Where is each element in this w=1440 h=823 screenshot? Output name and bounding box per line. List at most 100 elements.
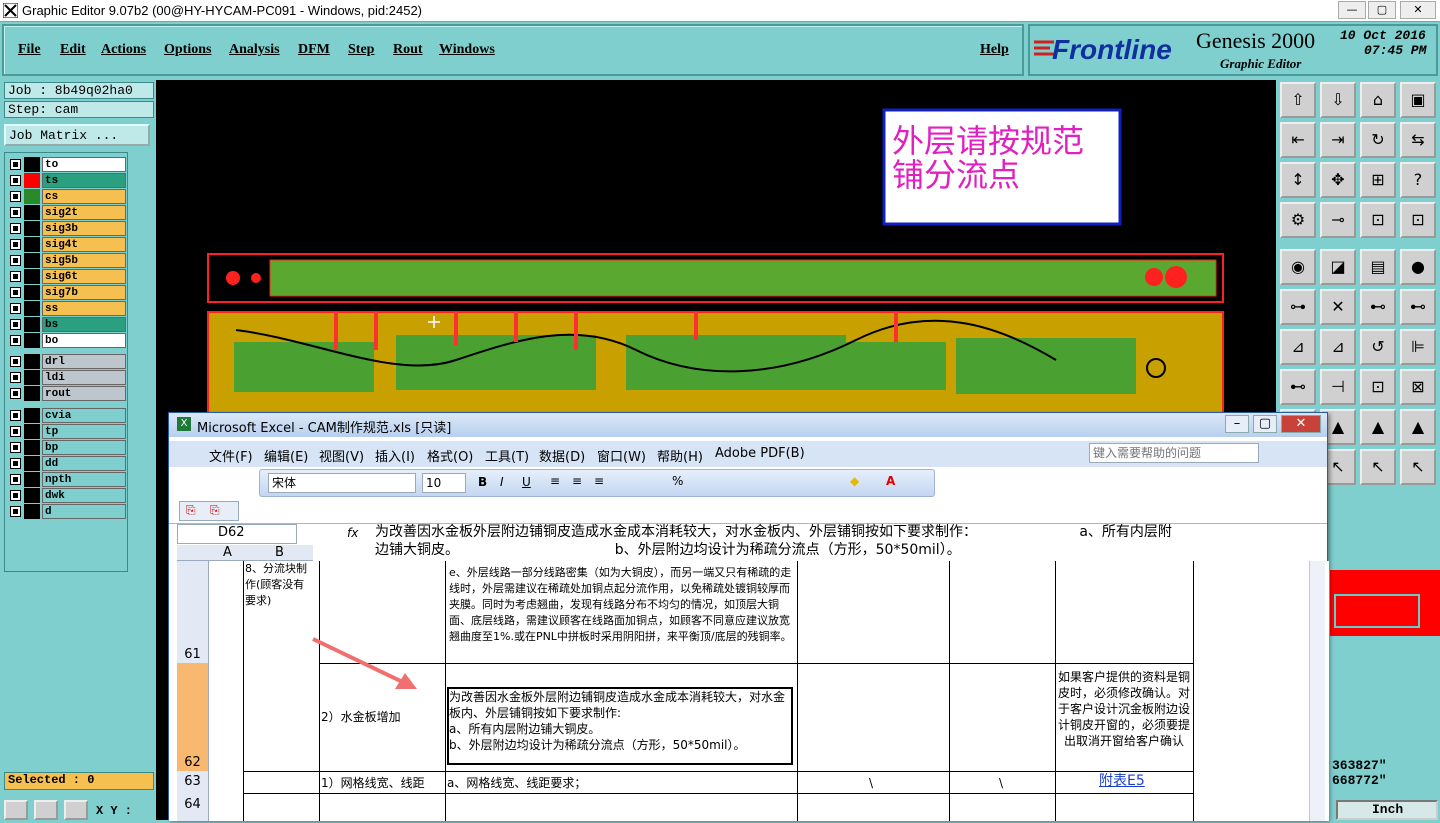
- layer-name[interactable]: cs: [42, 189, 126, 204]
- layer-checkbox[interactable]: [10, 490, 21, 501]
- cell-c63[interactable]: 1）网格线宽、线距: [321, 775, 441, 791]
- align-left-icon[interactable]: ≡: [550, 474, 560, 488]
- tool-button-icon[interactable]: ↺: [1360, 329, 1396, 365]
- excel-menu-insert[interactable]: 插入(I): [375, 446, 415, 465]
- menu-analysis[interactable]: Analysis: [229, 42, 280, 58]
- minimize-button[interactable]: —: [1338, 1, 1366, 19]
- excel-minimize-button[interactable]: –: [1225, 415, 1249, 433]
- tool-button-icon[interactable]: ↻: [1360, 122, 1396, 158]
- menu-dfm[interactable]: DFM: [298, 42, 330, 58]
- layer-color-swatch[interactable]: [24, 253, 40, 268]
- layer-checkbox[interactable]: [10, 255, 21, 266]
- tool-button-icon[interactable]: ▲: [1400, 409, 1436, 445]
- layer-name[interactable]: rout: [42, 386, 126, 401]
- cell-g62[interactable]: 如果客户提供的资料是铜皮时，必须修改确认。对于客户设计沉金板附边设计铜皮开窗的，…: [1057, 669, 1191, 749]
- layer-checkbox[interactable]: [10, 175, 21, 186]
- layer-color-swatch[interactable]: [24, 370, 40, 385]
- layer-name[interactable]: ts: [42, 173, 126, 188]
- row-header-63[interactable]: 63: [177, 771, 209, 793]
- font-size-select[interactable]: 10: [422, 473, 466, 493]
- layer-color-swatch[interactable]: [24, 205, 40, 220]
- tool-button-icon[interactable]: ▲: [1360, 409, 1396, 445]
- layer-row-sig3b[interactable]: sig3b: [8, 221, 126, 236]
- tool-button-icon[interactable]: ⊞: [1360, 162, 1396, 198]
- menu-rout[interactable]: Rout: [393, 42, 423, 58]
- maximize-button[interactable]: ▢: [1368, 1, 1396, 19]
- layer-row-tp[interactable]: tp: [8, 424, 126, 439]
- layer-row-sig6t[interactable]: sig6t: [8, 269, 126, 284]
- layer-checkbox[interactable]: [10, 410, 21, 421]
- excel-menu-view[interactable]: 视图(V): [319, 446, 364, 465]
- menu-edit[interactable]: Edit: [60, 42, 86, 58]
- formula-line-1[interactable]: 为改善因水金板外层附边铺铜皮造成水金成本消耗较大，对水金板内、外层铺铜按如下要求…: [375, 523, 1172, 541]
- help-search-input[interactable]: [1089, 443, 1259, 463]
- tool-button-icon[interactable]: ●: [1400, 249, 1436, 285]
- layer-name[interactable]: bp: [42, 440, 126, 455]
- layer-color-swatch[interactable]: [24, 221, 40, 236]
- tool-button-icon[interactable]: ↖: [1360, 449, 1396, 485]
- layer-row-sig7b[interactable]: sig7b: [8, 285, 126, 300]
- layer-row-npth[interactable]: npth: [8, 472, 126, 487]
- excel-close-button[interactable]: ✕: [1281, 415, 1321, 433]
- layer-name[interactable]: drl: [42, 354, 126, 369]
- layer-checkbox[interactable]: [10, 303, 21, 314]
- grid-tool-icon[interactable]: [64, 800, 88, 820]
- excel-menu-tools[interactable]: 工具(T): [485, 446, 529, 465]
- layer-checkbox[interactable]: [10, 335, 21, 346]
- tool-button-icon[interactable]: ⊷: [1280, 369, 1316, 405]
- excel-window[interactable]: X Microsoft Excel - CAM制作规范.xls [只读] – ▢…: [168, 412, 1329, 821]
- excel-menu-help[interactable]: 帮助(H): [657, 446, 703, 465]
- cell-d62[interactable]: 为改善因水金板外层附边铺铜皮造成水金成本消耗较大，对水金板内、外层铺铜按如下要求…: [447, 687, 793, 765]
- tool-button-icon[interactable]: ⊿: [1280, 329, 1316, 365]
- layer-color-swatch[interactable]: [24, 173, 40, 188]
- menu-help[interactable]: Help: [980, 42, 1009, 58]
- layer-name[interactable]: sig5b: [42, 253, 126, 268]
- menu-file[interactable]: File: [18, 42, 41, 58]
- layer-color-swatch[interactable]: [24, 269, 40, 284]
- tool-button-icon[interactable]: ⊫: [1400, 329, 1436, 365]
- layer-row-rout[interactable]: rout: [8, 386, 126, 401]
- layer-name[interactable]: sig4t: [42, 237, 126, 252]
- tool-button-icon[interactable]: ↖: [1400, 449, 1436, 485]
- tool-button-icon[interactable]: ⇆: [1400, 122, 1436, 158]
- vertical-scrollbar[interactable]: [1309, 561, 1325, 821]
- cell-d63[interactable]: a、网格线宽、线距要求；: [447, 775, 793, 791]
- formula-line-2[interactable]: 边铺大铜皮。 b、外层附边均设计为稀疏分流点（方形，50*50mil）。: [375, 541, 961, 559]
- unit-selector[interactable]: Inch: [1336, 800, 1438, 820]
- layer-row-sig5b[interactable]: sig5b: [8, 253, 126, 268]
- layer-name[interactable]: sig7b: [42, 285, 126, 300]
- job-matrix-button[interactable]: Job Matrix ...: [4, 124, 150, 146]
- tool-button-icon[interactable]: ⇤: [1280, 122, 1316, 158]
- layer-color-swatch[interactable]: [24, 285, 40, 300]
- layer-color-swatch[interactable]: [24, 189, 40, 204]
- tool-button-icon[interactable]: ◪: [1320, 249, 1356, 285]
- align-center-icon[interactable]: ≡: [572, 474, 582, 488]
- layer-checkbox[interactable]: [10, 426, 21, 437]
- fx-icon[interactable]: fx: [347, 526, 358, 540]
- menu-windows[interactable]: Windows: [439, 42, 495, 58]
- layer-color-swatch[interactable]: [24, 472, 40, 487]
- layer-color-swatch[interactable]: [24, 408, 40, 423]
- layer-row-bp[interactable]: bp: [8, 440, 126, 455]
- layer-row-to[interactable]: to: [8, 157, 126, 172]
- layer-checkbox[interactable]: [10, 388, 21, 399]
- layer-name[interactable]: ss: [42, 301, 126, 316]
- excel-menu-adobe-pdf[interactable]: Adobe PDF(B): [715, 446, 805, 461]
- cell-d61[interactable]: e、外层线路一部分线路密集（如为大铜皮），而另一端又只有稀疏的走线时，外层需建议…: [449, 565, 795, 645]
- tool-button-icon[interactable]: ◉: [1280, 249, 1316, 285]
- fill-color-icon[interactable]: ◆: [850, 474, 859, 488]
- cell-g63-link[interactable]: 附表E5: [1099, 773, 1145, 789]
- excel-menu-window[interactable]: 窗口(W): [597, 446, 646, 465]
- layer-row-bo[interactable]: bo: [8, 333, 126, 348]
- layer-name[interactable]: npth: [42, 472, 126, 487]
- col-header-b[interactable]: B: [275, 545, 284, 560]
- pdf-convert-icon[interactable]: ⎘: [186, 503, 196, 518]
- cell-b61[interactable]: 8、分流块制作(顾客没有要求): [245, 561, 313, 609]
- pdf-mail-icon[interactable]: ⎘: [210, 503, 220, 518]
- tool-button-icon[interactable]: ⊡: [1360, 369, 1396, 405]
- underline-button[interactable]: U: [522, 475, 531, 489]
- menu-step[interactable]: Step: [348, 42, 374, 58]
- layer-name[interactable]: bo: [42, 333, 126, 348]
- layer-name[interactable]: dwk: [42, 488, 126, 503]
- tool-button-icon[interactable]: ⊷: [1400, 289, 1436, 325]
